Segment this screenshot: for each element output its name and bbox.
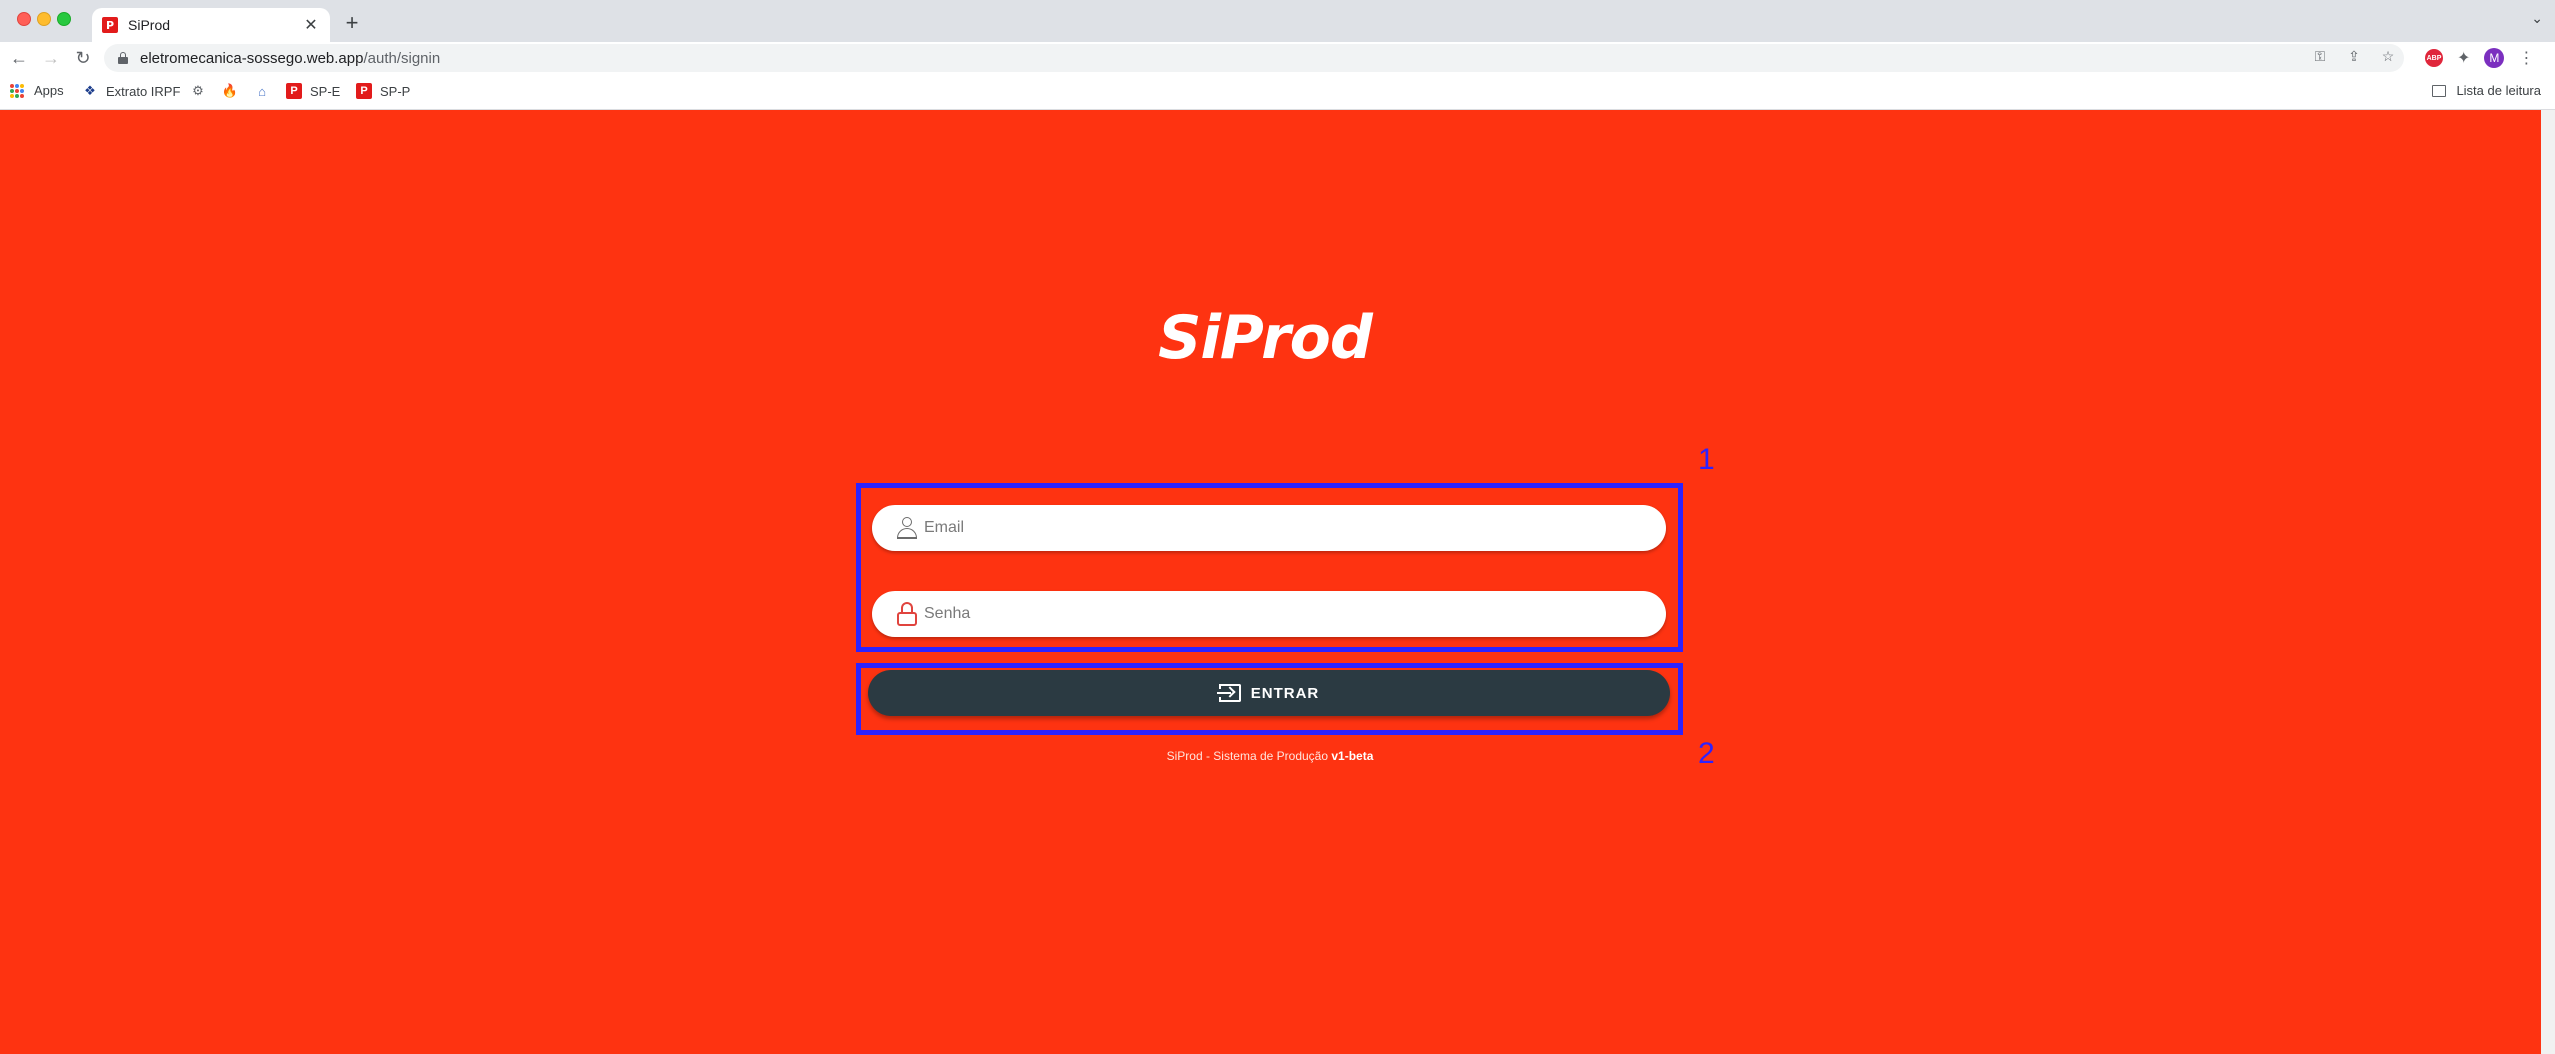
bookmark-apps[interactable]: Apps bbox=[10, 83, 64, 98]
bookmark-label: Extrato IRPF bbox=[106, 83, 181, 99]
tab-strip: P SiProd ✕ + ⌄ bbox=[0, 0, 2555, 42]
lock-icon bbox=[896, 602, 918, 626]
new-tab-button[interactable]: + bbox=[340, 10, 364, 36]
home-icon: ⌂ bbox=[258, 83, 266, 99]
siprod-icon: P bbox=[286, 83, 302, 99]
siprod-logo: SiProd bbox=[1155, 300, 1375, 376]
siprod-favicon-icon: P bbox=[102, 17, 118, 33]
apps-grid-icon bbox=[10, 83, 24, 98]
footer-text: SiProd - Sistema de Produção v1-beta bbox=[1000, 749, 1540, 763]
adblock-extension-icon[interactable]: ABP bbox=[2425, 49, 2443, 67]
reading-list-label: Lista de leitura bbox=[2456, 83, 2541, 98]
bookmarks-bar: Apps ❖ Extrato IRPF ⚙ 🔥 ⌂ P SP-E P SP-P … bbox=[0, 74, 2555, 110]
reading-list-icon bbox=[2432, 84, 2447, 97]
browser-menu-icon[interactable]: ⋮ bbox=[2518, 48, 2534, 68]
settings-icon: ⚙ bbox=[192, 83, 204, 98]
url-host: eletromecanica-sossego.web.app bbox=[140, 49, 364, 67]
scrollbar[interactable] bbox=[2541, 110, 2555, 1054]
bookmark-label: Apps bbox=[34, 83, 64, 98]
reload-icon[interactable]: ↻ bbox=[72, 47, 94, 69]
enter-button-label: ENTRAR bbox=[1250, 684, 1320, 702]
tab-title: SiProd bbox=[128, 17, 171, 33]
annotation-number-2: 2 bbox=[1698, 737, 1715, 770]
user-icon bbox=[896, 516, 918, 540]
annotation-number-1: 1 bbox=[1698, 443, 1715, 476]
close-window-button[interactable] bbox=[17, 12, 31, 26]
email-field[interactable] bbox=[872, 505, 1666, 551]
url-path: /auth/signin bbox=[363, 49, 441, 67]
bookmark-sp-p[interactable]: P SP-P bbox=[356, 83, 410, 99]
back-arrow-icon[interactable]: ← bbox=[8, 47, 30, 69]
logo-text: SiProd bbox=[1158, 303, 1373, 373]
reading-list-button[interactable]: Lista de leitura bbox=[2432, 83, 2541, 98]
bookmark-star-icon[interactable]: ☆ bbox=[2380, 48, 2396, 65]
tab-search-chevron-icon[interactable]: ⌄ bbox=[2531, 10, 2543, 27]
extensions-puzzle-icon[interactable]: ✦ bbox=[2457, 48, 2470, 68]
maximize-window-button[interactable] bbox=[57, 12, 71, 26]
footer-version: v1-beta bbox=[1331, 749, 1374, 763]
bookmark-extrato-irpf[interactable]: ❖ Extrato IRPF bbox=[82, 83, 180, 99]
key-icon[interactable]: ⚿ bbox=[2312, 48, 2328, 65]
browser-toolbar: ← → ↻ eletromecanica-sossego.web.app/aut… bbox=[0, 42, 2555, 74]
siprod-icon: P bbox=[356, 83, 372, 99]
enter-button[interactable]: ENTRAR bbox=[868, 670, 1670, 716]
bookmark-firebase[interactable]: 🔥 bbox=[222, 83, 246, 99]
login-enter-icon bbox=[1216, 684, 1241, 702]
minimize-window-button[interactable] bbox=[37, 12, 51, 26]
tab-close-icon[interactable]: ✕ bbox=[302, 15, 320, 35]
address-bar[interactable]: eletromecanica-sossego.web.app/auth/sign… bbox=[104, 44, 2404, 72]
bookmark-label: SP-P bbox=[380, 83, 411, 99]
bookmark-settings[interactable]: ⚙ bbox=[190, 83, 214, 99]
profile-avatar[interactable]: M bbox=[2484, 48, 2505, 68]
receita-icon: ❖ bbox=[84, 83, 96, 98]
bookmark-label: SP-E bbox=[310, 83, 341, 99]
forward-arrow-icon[interactable]: → bbox=[40, 47, 62, 69]
bookmark-home[interactable]: ⌂ bbox=[254, 83, 278, 99]
email-input[interactable] bbox=[924, 519, 1624, 537]
browser-tab[interactable]: P SiProd ✕ bbox=[92, 8, 330, 42]
password-field[interactable] bbox=[872, 591, 1666, 637]
firebase-icon: 🔥 bbox=[221, 83, 239, 98]
lock-icon[interactable] bbox=[118, 52, 128, 64]
password-input[interactable] bbox=[924, 605, 1624, 623]
share-icon[interactable]: ⇪ bbox=[2346, 48, 2362, 65]
bookmark-sp-e[interactable]: P SP-E bbox=[286, 83, 340, 99]
footer-system-name: SiProd - Sistema de Produção bbox=[1166, 749, 1329, 763]
